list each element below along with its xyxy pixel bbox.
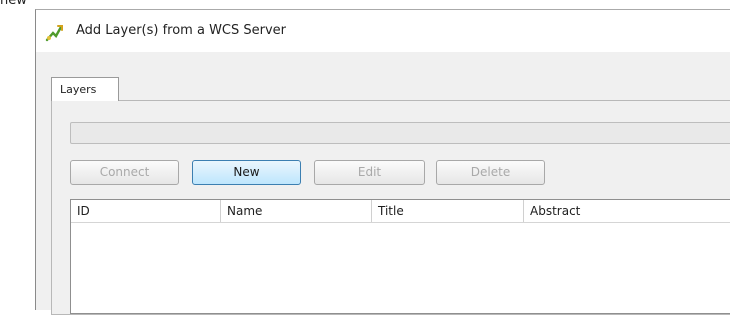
layers-tab-panel: Connect New Edit Delete ID Name Title Ab… bbox=[51, 100, 730, 315]
column-header-title[interactable]: Title bbox=[372, 200, 524, 222]
column-header-id[interactable]: ID bbox=[71, 200, 221, 222]
delete-button[interactable]: Delete bbox=[436, 160, 545, 185]
server-connection-select[interactable] bbox=[70, 122, 730, 144]
edit-button[interactable]: Edit bbox=[314, 160, 425, 185]
qgis-wcs-layer-icon bbox=[45, 25, 63, 42]
table-header: ID Name Title Abstract bbox=[71, 200, 730, 223]
new-button[interactable]: New bbox=[192, 160, 301, 185]
cropped-text-fragment: new bbox=[0, 0, 27, 8]
title-bar: Add Layer(s) from a WCS Server bbox=[36, 10, 730, 52]
connect-button[interactable]: Connect bbox=[70, 160, 179, 185]
column-header-abstract[interactable]: Abstract bbox=[524, 200, 730, 222]
tab-layers[interactable]: Layers bbox=[51, 77, 119, 101]
layers-table[interactable]: ID Name Title Abstract bbox=[70, 199, 730, 314]
window-title: Add Layer(s) from a WCS Server bbox=[76, 23, 287, 38]
column-header-name[interactable]: Name bbox=[221, 200, 372, 222]
wcs-dialog-window: Add Layer(s) from a WCS Server Layers Co… bbox=[35, 9, 730, 315]
dialog-body: Layers Connect New Edit Delete ID Name T… bbox=[36, 52, 730, 315]
